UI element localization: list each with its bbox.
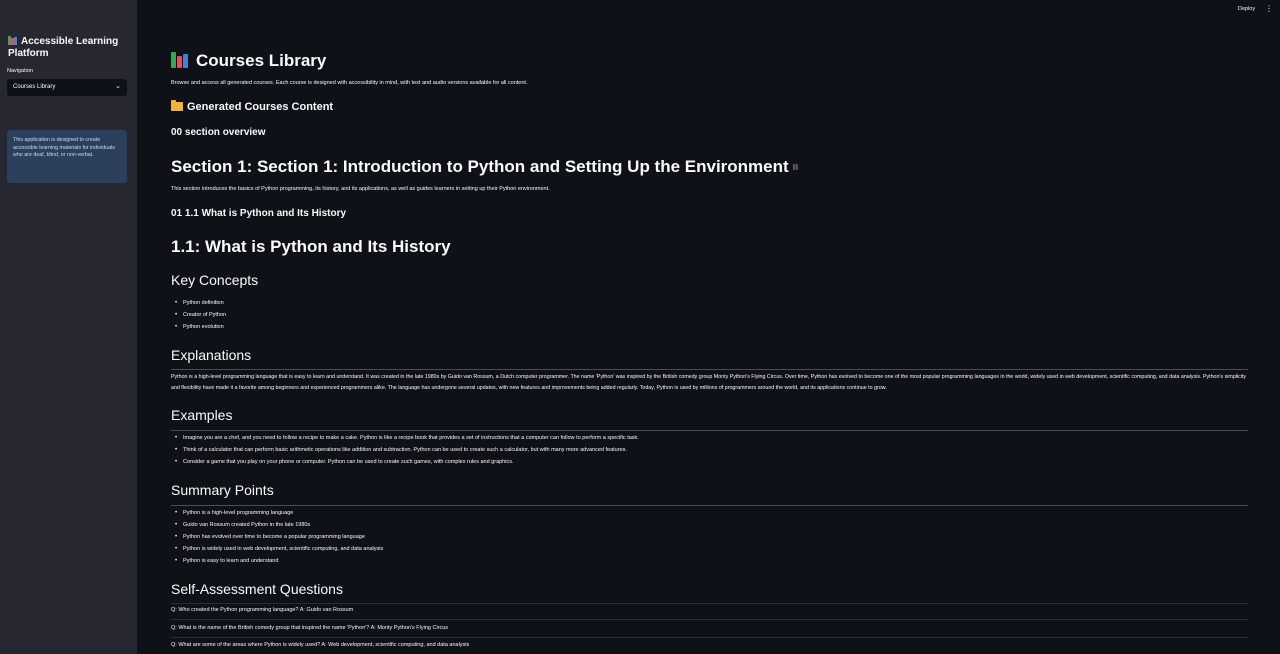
list-item: Python has evolved over time to become a… <box>175 531 383 543</box>
divider <box>171 505 1248 506</box>
examples-heading: Examples <box>171 407 233 423</box>
question-item: Q: What are some of the areas where Pyth… <box>171 642 470 648</box>
examples-list: Imagine you are a chef, and you need to … <box>175 432 639 468</box>
section-heading-text: Section 1: Section 1: Introduction to Py… <box>171 157 789 176</box>
divider <box>171 603 1248 604</box>
list-item: Imagine you are a chef, and you need to … <box>175 432 639 444</box>
generated-courses-heading: Generated Courses Content <box>171 100 334 113</box>
page-title: Courses Library <box>171 51 326 71</box>
section-description: This section introduces the basics of Py… <box>171 186 550 192</box>
self-assessment-heading: Self-Assessment Questions <box>171 581 343 597</box>
key-concepts-list: Python definition Creator of Python Pyth… <box>175 297 226 333</box>
list-item: Python is a high-level programming langu… <box>175 507 383 519</box>
list-item: Python is easy to learn and understand <box>175 555 383 567</box>
chevron-down-icon: ⌄ <box>115 83 121 90</box>
list-item: Python is widely used in web development… <box>175 543 383 555</box>
deploy-button[interactable]: Deploy <box>1238 6 1255 12</box>
navigation-label: Navigation <box>7 68 33 74</box>
list-item: Consider a game that you play on your ph… <box>175 456 639 468</box>
explanation-text: Python is a high-level programming langu… <box>171 374 1247 391</box>
books-icon <box>8 36 18 45</box>
summary-points-list: Python is a high-level programming langu… <box>175 507 383 567</box>
question-item: Q: What is the name of the British comed… <box>171 625 449 631</box>
divider <box>171 619 1248 620</box>
books-icon <box>171 52 191 68</box>
lesson-subheading: 01 1.1 What is Python and Its History <box>171 208 347 219</box>
key-concepts-heading: Key Concepts <box>171 272 259 288</box>
list-item: Creator of Python <box>175 309 226 321</box>
section-overview-heading: 00 section overview <box>171 127 266 138</box>
link-icon[interactable]: ⛓ <box>792 165 800 171</box>
list-item: Python evolution <box>175 321 226 333</box>
list-item: Guido van Rossum created Python in the l… <box>175 519 383 531</box>
generated-courses-heading-text: Generated Courses Content <box>187 101 334 113</box>
intro-text: Browse and access all generated courses.… <box>171 80 528 86</box>
navigation-select-value: Courses Library <box>13 84 56 90</box>
folder-icon <box>171 100 183 111</box>
list-item: Python definition <box>175 297 226 309</box>
info-box: This application is designed to create a… <box>7 130 127 183</box>
explanations-heading: Explanations <box>171 347 252 363</box>
page-title-text: Courses Library <box>196 51 327 70</box>
lesson-heading: 1.1: What is Python and Its History <box>171 237 451 256</box>
divider <box>171 637 1248 638</box>
sidebar: Accessible Learning Platform Navigation … <box>0 0 137 654</box>
summary-points-heading: Summary Points <box>171 482 274 498</box>
question-item: Q: Who created the Python programming la… <box>171 607 354 613</box>
app-title-text: Accessible Learning Platform <box>8 36 119 59</box>
main-menu-icon[interactable]: ⋮ <box>1265 4 1273 13</box>
divider <box>171 430 1248 431</box>
app-title: Accessible Learning Platform <box>8 36 132 60</box>
list-item: Think of a calculator that can perform b… <box>175 444 639 456</box>
divider <box>171 369 1248 370</box>
navigation-select[interactable]: Courses Library ⌄ <box>7 79 127 96</box>
section-heading: Section 1: Section 1: Introduction to Py… <box>171 157 799 177</box>
